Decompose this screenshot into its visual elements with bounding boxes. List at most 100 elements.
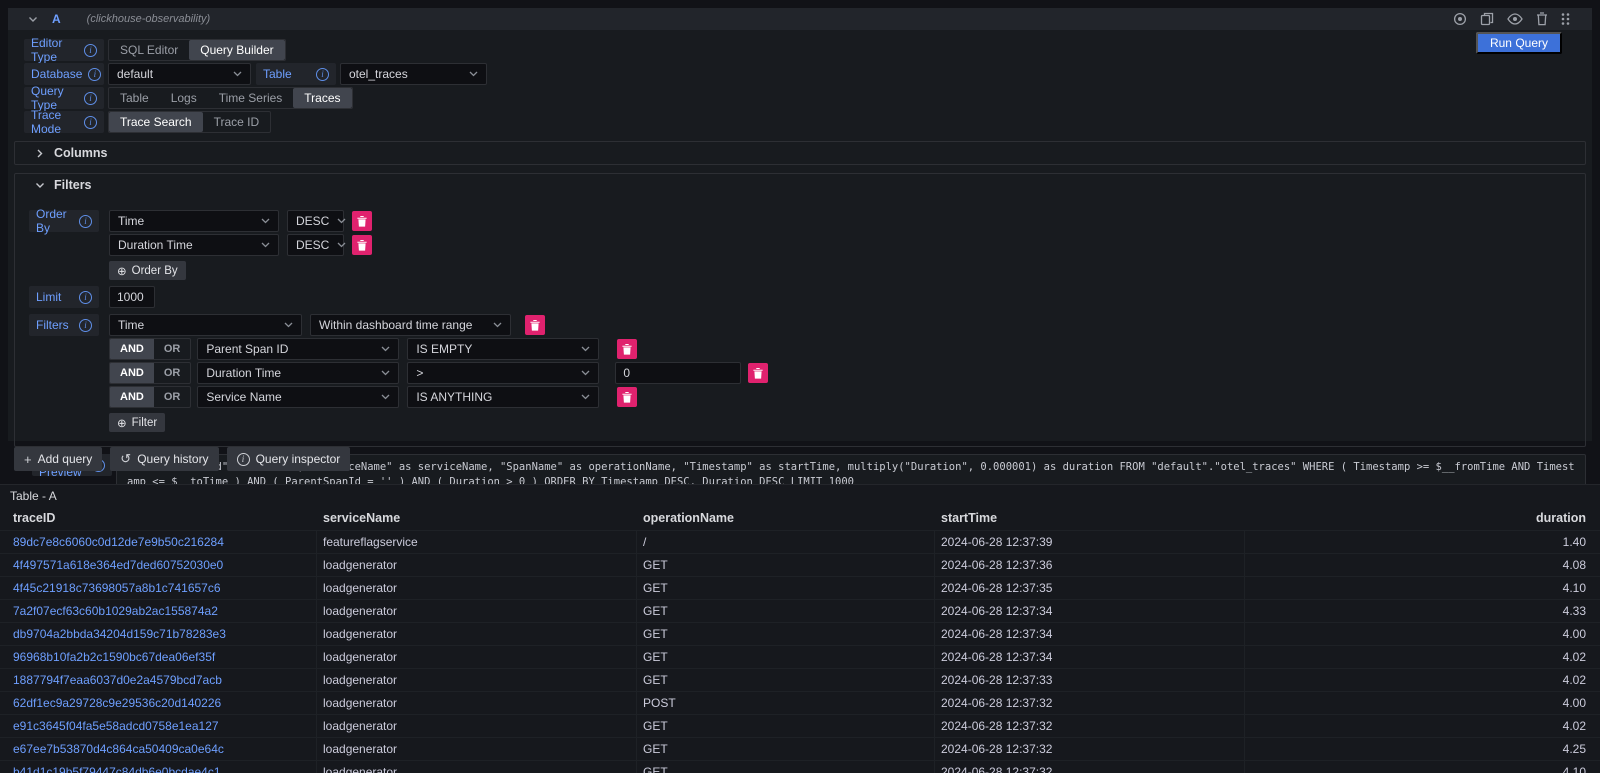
query-type-label: Query Type i [24, 87, 104, 109]
and-option[interactable]: AND [110, 339, 154, 359]
run-query-button[interactable]: Run Query [1476, 32, 1562, 54]
order-by-direction-select[interactable]: DESC [287, 234, 344, 256]
filter-field-select[interactable]: Parent Span ID [197, 338, 399, 360]
column-header-starttime[interactable]: startTime [935, 506, 1245, 530]
filter-field-select[interactable]: Service Name [197, 386, 399, 408]
filter-operator-select[interactable]: IS EMPTY [407, 338, 599, 360]
trace-id-link[interactable]: e67ee7b53870d4c864ca50409ca0e64c [13, 742, 224, 756]
trace-mode-option-id[interactable]: Trace ID [203, 112, 271, 132]
table-select[interactable]: otel_traces [340, 63, 487, 85]
columns-section-header[interactable]: Columns [15, 142, 1585, 164]
editor-type-option-sql[interactable]: SQL Editor [109, 40, 189, 60]
filter-field-select[interactable]: Duration Time [197, 362, 399, 384]
table-row: 89dc7e8c6060c0d12de7e9b50c216284 feature… [0, 530, 1600, 553]
limit-input[interactable] [109, 286, 155, 308]
or-option[interactable]: OR [154, 339, 191, 359]
column-header-operationname[interactable]: operationName [637, 506, 935, 530]
query-type-option-traces[interactable]: Traces [293, 88, 351, 108]
column-header-duration[interactable]: duration [1245, 506, 1600, 530]
trace-id-link[interactable]: 4f45c21918c73698057a8b1c741657c6 [13, 581, 221, 595]
order-by-field-select[interactable]: Duration Time [109, 234, 279, 256]
query-type-option-table[interactable]: Table [109, 88, 160, 108]
and-option[interactable]: AND [110, 387, 154, 407]
or-option[interactable]: OR [154, 387, 191, 407]
service-name-cell: loadgenerator [317, 669, 637, 691]
plus-icon: + [24, 452, 32, 467]
query-history-button[interactable]: ↺ Query history [110, 447, 218, 471]
filter-field-select[interactable]: Time [109, 314, 302, 336]
duration-cell: 4.00 [1245, 692, 1600, 714]
disable-query-icon[interactable] [1453, 12, 1467, 26]
remove-filter-button[interactable] [748, 363, 768, 383]
start-time-cell: 2024-06-28 12:37:35 [935, 577, 1245, 599]
duplicate-query-icon[interactable] [1480, 12, 1494, 26]
delete-query-icon[interactable] [1536, 12, 1548, 26]
trace-id-link[interactable]: 1887794f7eaa6037d0e2a4579bcd7acb [13, 673, 222, 687]
history-icon: ↺ [120, 451, 131, 467]
database-select[interactable]: default [108, 63, 251, 85]
add-filter-button[interactable]: ⊕ Filter [109, 413, 165, 432]
service-name-cell: loadgenerator [317, 715, 637, 737]
duration-cell: 4.02 [1245, 669, 1600, 691]
remove-filter-button[interactable] [525, 315, 545, 335]
query-type-option-timeseries[interactable]: Time Series [208, 88, 294, 108]
trace-mode-option-search[interactable]: Trace Search [109, 112, 203, 132]
trace-id-link[interactable]: db9704a2bbda34204d159c71b78283e3 [13, 627, 226, 641]
filter-operator-select[interactable]: > [407, 362, 599, 384]
or-option[interactable]: OR [154, 363, 191, 383]
hide-response-icon[interactable] [1507, 13, 1523, 25]
trash-icon [622, 392, 632, 403]
remove-order-by-button[interactable] [352, 211, 372, 231]
order-by-label: Order By i [29, 210, 99, 232]
trace-id-link[interactable]: 7a2f07ecf63c60b1029ab2ac155874a2 [13, 604, 218, 618]
query-inspector-button[interactable]: i Query inspector [227, 447, 351, 471]
collapse-chevron-icon[interactable] [28, 16, 38, 23]
start-time-cell: 2024-06-28 12:37:33 [935, 669, 1245, 691]
trash-icon [622, 344, 632, 355]
duration-cell: 4.10 [1245, 761, 1600, 773]
service-name-cell: featureflagservice [317, 531, 637, 553]
operation-name-cell: GET [637, 623, 935, 645]
operation-name-cell: / [637, 531, 935, 553]
trace-id-link[interactable]: e91c3645f04fa5e58adcd0758e1ea127 [13, 719, 219, 733]
service-name-cell: loadgenerator [317, 692, 637, 714]
operation-name-cell: POST [637, 692, 935, 714]
chevron-down-icon [233, 71, 242, 77]
trace-id-link[interactable]: 89dc7e8c6060c0d12de7e9b50c216284 [13, 535, 224, 549]
table-row: 96968b10fa2b2c1590bc67dea06ef35f loadgen… [0, 645, 1600, 668]
table-row: e67ee7b53870d4c864ca50409ca0e64c loadgen… [0, 737, 1600, 760]
duration-cell: 4.08 [1245, 554, 1600, 576]
column-header-traceid[interactable]: traceID [0, 506, 317, 530]
filters-section-header[interactable]: Filters [15, 174, 1585, 196]
drag-handle-icon[interactable] [1561, 12, 1570, 26]
order-by-direction-select[interactable]: DESC [287, 210, 344, 232]
remove-order-by-button[interactable] [352, 235, 372, 255]
service-name-cell: loadgenerator [317, 623, 637, 645]
operation-name-cell: GET [637, 554, 935, 576]
trace-id-link[interactable]: 62df1ec9a29728c9e29536c20d140226 [13, 696, 221, 710]
query-type-toggle: Table Logs Time Series Traces [108, 87, 353, 109]
filter-operator-select[interactable]: IS ANYTHING [407, 386, 599, 408]
table-row: 4f497571a618e364ed7ded60752030e0 loadgen… [0, 553, 1600, 576]
filter-operator-select[interactable]: Within dashboard time range [310, 314, 511, 336]
editor-type-option-builder[interactable]: Query Builder [189, 40, 284, 60]
operation-name-cell: GET [637, 761, 935, 773]
trace-id-link[interactable]: b41d1c19b5f79447c84db6e0bcdae4c1 [13, 765, 221, 773]
duration-cell: 4.25 [1245, 738, 1600, 760]
and-option[interactable]: AND [110, 363, 154, 383]
query-footer-toolbar: + Add query ↺ Query history i Query insp… [14, 447, 350, 471]
remove-filter-button[interactable] [617, 339, 637, 359]
chevron-down-icon [261, 218, 270, 224]
trace-id-link[interactable]: 96968b10fa2b2c1590bc67dea06ef35f [13, 650, 215, 664]
query-type-option-logs[interactable]: Logs [160, 88, 208, 108]
trash-icon [530, 320, 540, 331]
order-by-field-select[interactable]: Time [109, 210, 279, 232]
add-order-by-button[interactable]: ⊕ Order By [109, 261, 186, 280]
add-query-button[interactable]: + Add query [14, 447, 102, 471]
trace-id-link[interactable]: 4f497571a618e364ed7ded60752030e0 [13, 558, 223, 572]
column-header-servicename[interactable]: serviceName [317, 506, 637, 530]
filter-value-input[interactable] [615, 362, 741, 384]
remove-filter-button[interactable] [617, 387, 637, 407]
chevron-down-icon [381, 346, 390, 352]
query-row-header[interactable]: A (clickhouse-observability) [8, 8, 1592, 30]
